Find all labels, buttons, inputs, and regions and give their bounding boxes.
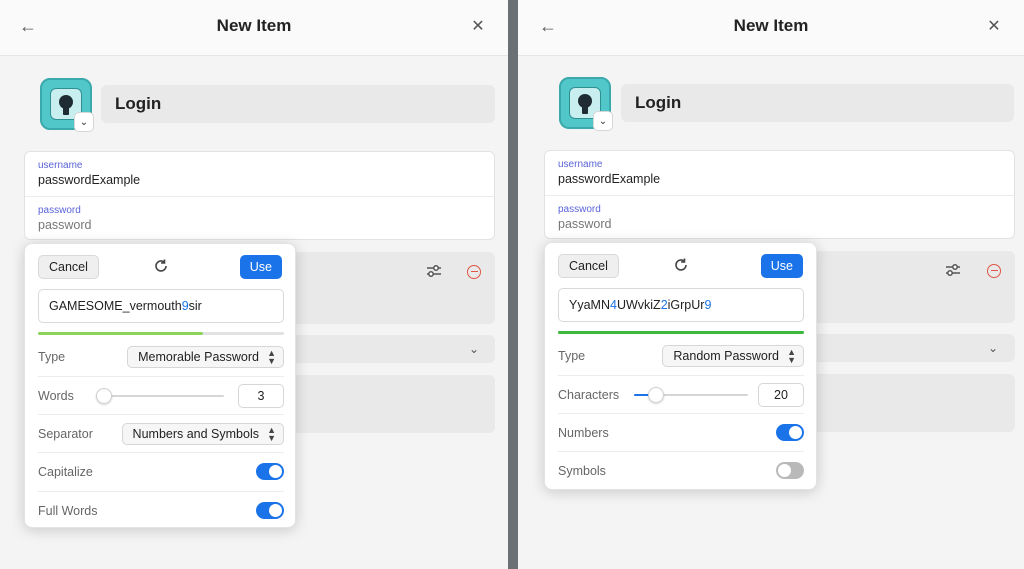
- remove-circle-icon[interactable]: [987, 264, 1001, 278]
- chevron-down-icon[interactable]: ⌄: [74, 112, 94, 132]
- type-row: Type Random Password ▲ ▼: [558, 337, 804, 375]
- words-row: Words 3: [38, 376, 284, 414]
- numbers-toggle[interactable]: [776, 424, 804, 441]
- password-digit-part: 2: [660, 298, 668, 312]
- characters-row: Characters 20: [558, 375, 804, 413]
- symbols-toggle[interactable]: [776, 462, 804, 479]
- refresh-icon[interactable]: [153, 258, 169, 274]
- full-words-row: Full Words: [38, 491, 284, 529]
- cancel-button[interactable]: Cancel: [38, 255, 99, 279]
- credentials-card: username passwordExample password passwo…: [544, 150, 1015, 239]
- password-digit-part: 4: [609, 298, 617, 312]
- page-title: New Item: [216, 16, 292, 35]
- close-icon[interactable]: ✕: [466, 14, 490, 38]
- page-title: New Item: [733, 16, 809, 35]
- username-field[interactable]: username passwordExample: [545, 151, 1014, 195]
- use-button[interactable]: Use: [760, 254, 803, 278]
- type-select[interactable]: Memorable Password ▲ ▼: [127, 346, 284, 368]
- username-field[interactable]: username passwordExample: [25, 152, 494, 196]
- type-label: Type: [558, 349, 586, 363]
- password-placeholder: password: [558, 217, 612, 231]
- credentials-card: username passwordExample password passwo…: [24, 151, 495, 240]
- chevron-down-icon[interactable]: ⌄: [593, 111, 613, 131]
- words-count-input[interactable]: 3: [238, 383, 284, 408]
- separator-select-value: Numbers and Symbols: [132, 426, 259, 441]
- generated-password-field[interactable]: GAMESOME_vermouth 9 sir: [38, 289, 284, 323]
- type-label: Type: [38, 350, 66, 364]
- chevron-down-icon[interactable]: ⌄: [988, 341, 998, 355]
- separator-label: Separator: [38, 426, 93, 441]
- left-pane: ← New Item ✕ ⌄ Login username passwordEx…: [0, 0, 508, 569]
- numbers-row: Numbers: [558, 413, 804, 451]
- numbers-label: Numbers: [558, 425, 609, 440]
- capitalize-row: Capitalize: [38, 452, 284, 490]
- right-pane: ← New Item ✕ ⌄ Login username passwordEx…: [518, 0, 1024, 569]
- up-down-icon: ▲ ▼: [267, 348, 276, 366]
- up-down-icon: ▲ ▼: [267, 424, 276, 443]
- header-bar: ← New Item ✕: [0, 0, 508, 56]
- password-digit-part: 9: [181, 299, 189, 313]
- characters-slider[interactable]: [634, 387, 748, 403]
- username-value: passwordExample: [38, 173, 141, 187]
- chevron-down-icon[interactable]: ⌄: [469, 342, 479, 356]
- password-generator-popup: Cancel Use GAMESOME_vermouth 9 sir Type Me…: [24, 243, 296, 528]
- words-label: Words: [38, 388, 74, 403]
- full-words-label: Full Words: [38, 503, 98, 518]
- password-generator-popup: Cancel Use YyaMN 4 UWvkiZ 2 iGrpUr 9 Type Ran…: [544, 242, 817, 490]
- password-text-part: YyaMN: [569, 298, 610, 312]
- words-slider-thumb[interactable]: [96, 388, 112, 404]
- use-button[interactable]: Use: [239, 255, 282, 279]
- sliders-icon[interactable]: [945, 263, 961, 280]
- password-text-part: GAMESOME_vermouth: [49, 299, 182, 313]
- capitalize-toggle[interactable]: [256, 463, 284, 480]
- remove-circle-icon[interactable]: [467, 265, 481, 279]
- close-icon[interactable]: ✕: [982, 14, 1006, 38]
- full-words-toggle[interactable]: [256, 502, 284, 519]
- password-label: password: [38, 205, 81, 216]
- words-slider[interactable]: [96, 388, 224, 404]
- generated-password-field[interactable]: YyaMN 4 UWvkiZ 2 iGrpUr 9: [558, 288, 804, 322]
- password-field[interactable]: password password: [545, 195, 1014, 239]
- refresh-icon[interactable]: [673, 257, 689, 273]
- separator-row: Separator Numbers and Symbols ▲ ▼: [38, 414, 284, 452]
- type-select-value: Random Password: [673, 349, 779, 363]
- item-type-field[interactable]: Login: [101, 85, 495, 123]
- symbols-label: Symbols: [558, 463, 606, 478]
- characters-label: Characters: [558, 387, 620, 402]
- password-text-part: UWvkiZ: [616, 298, 661, 312]
- cancel-button[interactable]: Cancel: [558, 254, 619, 278]
- strength-meter-fill: [38, 332, 203, 335]
- username-label: username: [558, 159, 603, 170]
- header-bar: ← New Item ✕: [518, 0, 1024, 56]
- symbols-row: Symbols: [558, 451, 804, 489]
- characters-count-input[interactable]: 20: [758, 382, 804, 407]
- up-down-icon: ▲ ▼: [787, 347, 796, 365]
- password-digit-part: 9: [704, 298, 712, 312]
- strength-meter: [38, 332, 284, 335]
- item-type-field[interactable]: Login: [621, 84, 1014, 122]
- password-label: password: [558, 204, 601, 215]
- strength-meter: [558, 331, 804, 334]
- sliders-icon[interactable]: [426, 264, 442, 281]
- password-field[interactable]: password password: [25, 196, 494, 240]
- password-placeholder: password: [38, 218, 92, 232]
- separator-select[interactable]: Numbers and Symbols ▲ ▼: [121, 422, 284, 445]
- password-text-part: iGrpUr: [667, 298, 705, 312]
- capitalize-label: Capitalize: [38, 464, 93, 479]
- password-text-part: sir: [188, 299, 202, 313]
- type-select-value: Memorable Password: [138, 350, 259, 364]
- type-row: Type Memorable Password ▲ ▼: [38, 338, 284, 376]
- strength-meter-fill: [558, 331, 804, 334]
- type-select[interactable]: Random Password ▲ ▼: [662, 345, 804, 367]
- characters-slider-thumb[interactable]: [647, 387, 664, 403]
- username-value: passwordExample: [558, 172, 661, 186]
- username-label: username: [38, 160, 83, 171]
